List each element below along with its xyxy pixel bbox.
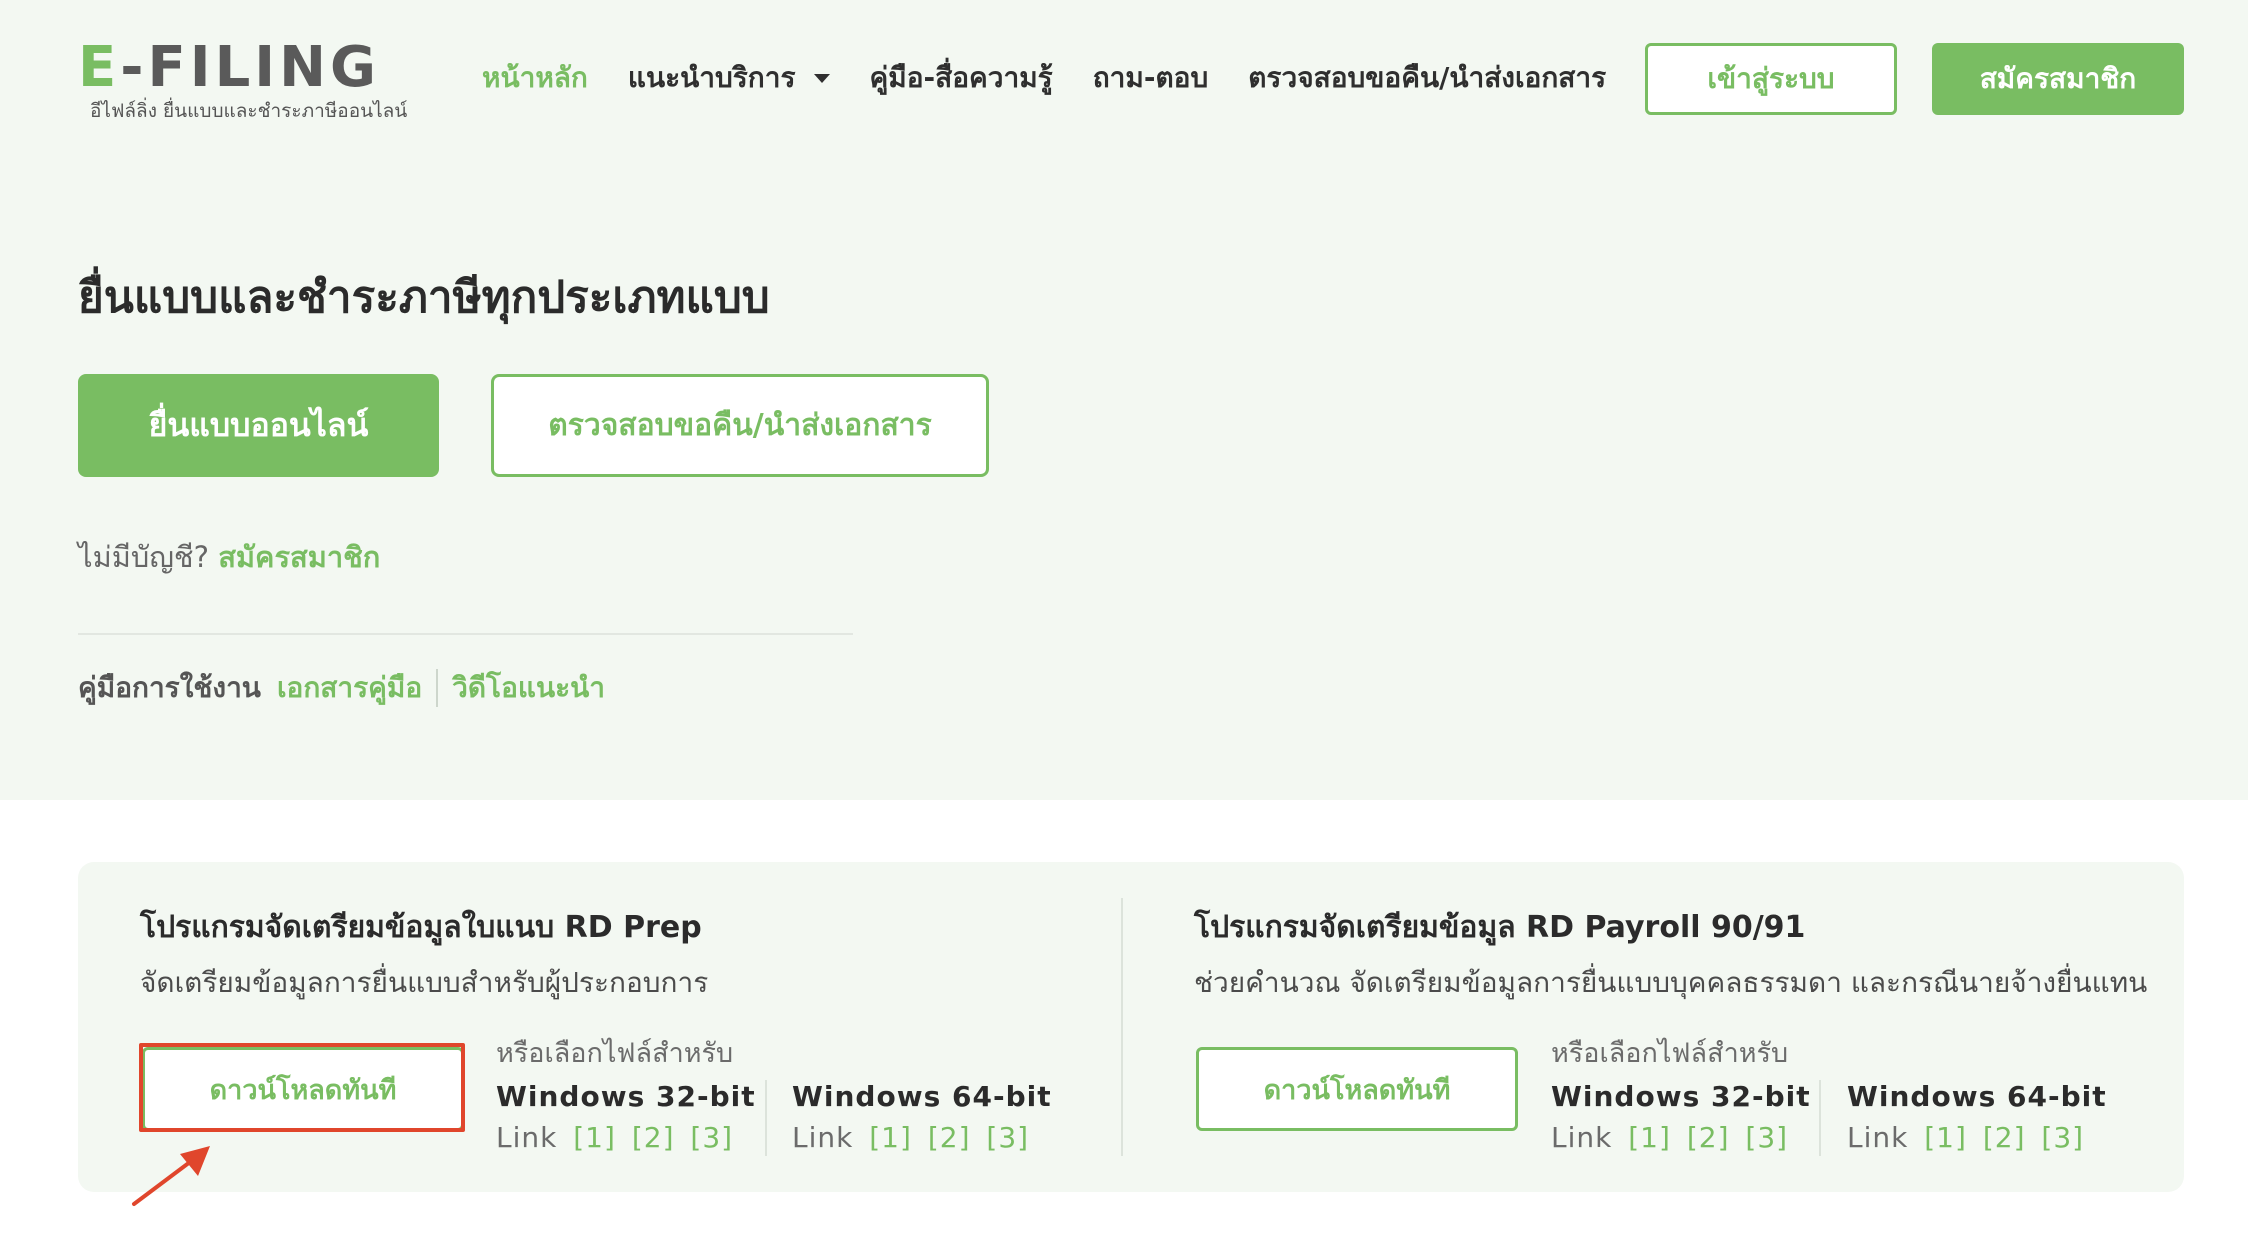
login-button[interactable]: เข้าสู่ระบบ [1645,43,1897,115]
rd-prep-or-choose: หรือเลือกไฟล์สำหรับ [496,1038,734,1069]
os-links: Link [1] [2] [3] [1551,1121,1811,1154]
register-button[interactable]: สมัครสมาชิก [1932,43,2184,115]
e-filing-logo[interactable]: E-FILING อีไฟล์ลิ่ง ยื่นแบบและชำระภาษีออ… [78,38,428,124]
os-links: Link [1] [2] [3] [792,1121,1052,1154]
os-name: Windows 32-bit [1551,1080,1811,1113]
logo-wordmark: E-FILING [78,38,380,98]
os-name: Windows 32-bit [496,1080,756,1113]
download-link-3[interactable]: [3] [690,1121,733,1154]
manual-separator [436,669,439,707]
rd-payroll-subtitle: ช่วยคำนวณ จัดเตรียมข้อมูลการยื่นแบบบุคคล… [1194,966,2148,999]
download-link-3[interactable]: [3] [2041,1121,2084,1154]
rd-prep-win64: Windows 64-bit Link [1] [2] [3] [792,1080,1052,1154]
os-links: Link [1] [2] [3] [1847,1121,2107,1154]
download-link-1[interactable]: [1] [1628,1121,1671,1154]
rd-prep-download-button[interactable]: ดาวน์โหลดทันที [142,1047,464,1131]
manual-video-link[interactable]: วิดีโอแนะนำ [452,666,605,710]
annotation-arrow-icon [132,1146,210,1206]
download-link-1[interactable]: [1] [1924,1121,1967,1154]
download-link-3[interactable]: [3] [986,1121,1029,1154]
chevron-down-icon [813,73,830,83]
rd-payroll-win32: Windows 32-bit Link [1] [2] [3] [1551,1080,1811,1154]
download-link-2[interactable]: [2] [632,1121,675,1154]
card-divider [1121,898,1123,1156]
os-name: Windows 64-bit [792,1080,1052,1113]
rd-payroll-title: โปรแกรมจัดเตรียมข้อมูล RD Payroll 90/91 [1194,910,1806,945]
link-label: Link [1551,1121,1613,1154]
logo-tagline: อีไฟล์ลิ่ง ยื่นแบบและชำระภาษีออนไลน์ [90,100,408,122]
os-links: Link [1] [2] [3] [496,1121,756,1154]
rd-payroll-win64: Windows 64-bit Link [1] [2] [3] [1847,1080,2107,1154]
manual-row: คู่มือการใช้งาน เอกสารคู่มือ วิดีโอแนะนำ [78,666,605,710]
link-label: Link [1847,1121,1909,1154]
nav-refund-check[interactable]: ตรวจสอบขอคืน/นำส่งเอกสาร [1248,56,1606,100]
page-title: ยื่นแบบและชำระภาษีทุกประเภทแบบ [78,272,770,323]
manual-label: คู่มือการใช้งาน [78,671,261,704]
nav-services-label: แนะนำบริการ [627,61,796,94]
rd-payroll-download-button[interactable]: ดาวน์โหลดทันที [1196,1047,1518,1131]
rd-prep-subtitle: จัดเตรียมข้อมูลการยื่นแบบสำหรับผู้ประกอบ… [140,966,709,999]
nav-faq[interactable]: ถาม-ตอบ [1093,56,1209,100]
download-link-1[interactable]: [1] [573,1121,616,1154]
os-separator [765,1080,767,1156]
os-name: Windows 64-bit [1847,1080,2107,1113]
link-label: Link [496,1121,558,1154]
os-separator [1819,1080,1821,1156]
rd-payroll-or-choose: หรือเลือกไฟล์สำหรับ [1551,1038,1789,1069]
main-nav: หน้าหลัก แนะนำบริการ คู่มือ-สื่อความรู้ … [482,58,1646,98]
rd-prep-win32: Windows 32-bit Link [1] [2] [3] [496,1080,756,1154]
file-online-button[interactable]: ยื่นแบบออนไลน์ [78,374,439,477]
link-label: Link [792,1121,854,1154]
nav-home[interactable]: หน้าหลัก [482,56,588,100]
no-account-text: ไม่มีบัญชี? สมัครสมาชิก [78,534,380,580]
no-account-label: ไม่มีบัญชี? [78,540,210,574]
download-link-1[interactable]: [1] [869,1121,912,1154]
rd-prep-title: โปรแกรมจัดเตรียมข้อมูลใบแนบ RD Prep [140,910,702,945]
download-link-2[interactable]: [2] [928,1121,971,1154]
check-refund-button[interactable]: ตรวจสอบขอคืน/นำส่งเอกสาร [491,374,989,477]
download-link-2[interactable]: [2] [1687,1121,1730,1154]
logo-filing: -FILING [120,35,380,100]
logo-e: E [78,35,121,100]
nav-services[interactable]: แนะนำบริการ [628,56,830,100]
register-link[interactable]: สมัครสมาชิก [218,540,380,574]
download-link-2[interactable]: [2] [1983,1121,2026,1154]
nav-guide[interactable]: คู่มือ-สื่อความรู้ [870,56,1053,100]
download-link-3[interactable]: [3] [1745,1121,1788,1154]
manual-docs-link[interactable]: เอกสารคู่มือ [277,666,422,710]
hero-divider [78,633,853,635]
